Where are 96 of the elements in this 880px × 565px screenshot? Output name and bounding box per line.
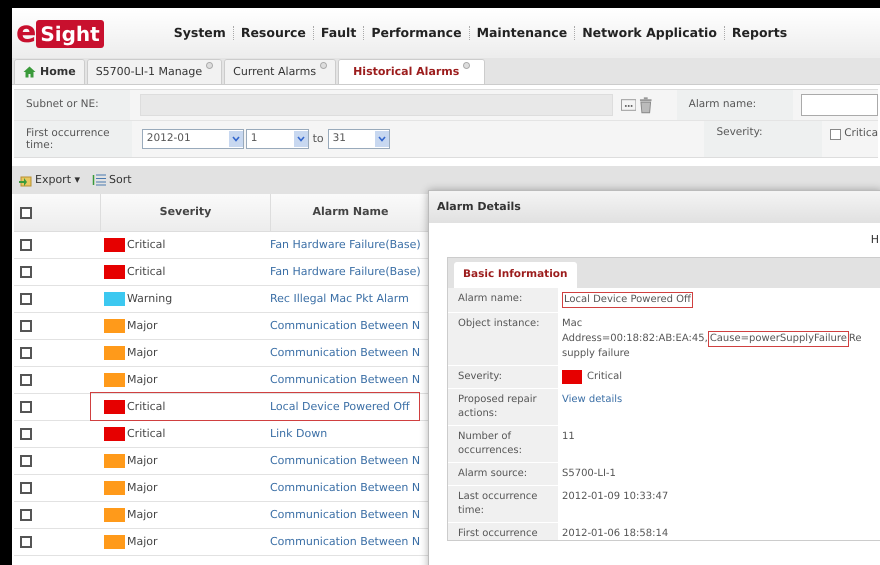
alarm-link[interactable]: Link Down <box>270 426 430 442</box>
alarm-name-field[interactable] <box>800 94 878 116</box>
nav-link[interactable]: Resource <box>240 24 306 42</box>
field-value: Address=00:18:82:AB:EA:45, <box>562 332 708 346</box>
tab[interactable]: S5700-LI-1 Manage <box>86 59 222 84</box>
field-label: Proposed repair actions: <box>458 394 537 419</box>
field-label: Object instance: <box>458 318 540 329</box>
alarm-link[interactable]: Communication Between N <box>270 452 430 470</box>
details-link[interactable]: View details <box>562 393 622 407</box>
nav-link[interactable]: System <box>174 24 226 42</box>
field-value: Mac <box>562 317 582 331</box>
logo: e Sight <box>16 18 104 48</box>
row-checkbox[interactable] <box>20 320 32 332</box>
checkbox-label: Critica <box>844 126 878 142</box>
table-cell-text: Critical <box>127 398 166 415</box>
export-button[interactable]: Export ▾ <box>18 172 80 188</box>
column-header[interactable]: Alarm Name <box>312 204 388 221</box>
corner-text: H <box>870 232 879 248</box>
table-cell-text: Warning <box>127 290 172 307</box>
table-cell-text: Major <box>127 534 158 550</box>
nav-link[interactable]: Reports <box>732 24 788 42</box>
field-label: Alarm name: <box>458 293 522 304</box>
alarm-link[interactable]: Fan Hardware Failure(Base) <box>270 236 430 254</box>
day-dropdown[interactable]: 1 <box>246 129 309 149</box>
tab[interactable]: Basic Information <box>454 262 576 288</box>
field-label: First occurrence <box>458 528 538 539</box>
alarm-link[interactable]: Communication Between N <box>270 344 430 362</box>
alarm-link[interactable]: Fan Hardware Failure(Base) <box>270 264 430 280</box>
field-label: Severity: <box>458 371 502 382</box>
row-checkbox[interactable] <box>20 347 32 359</box>
nav-link[interactable]: Performance <box>371 24 462 42</box>
field-label: Alarm source: <box>458 468 528 479</box>
checkbox[interactable] <box>830 128 842 140</box>
field-label: Alarm name: <box>688 97 756 112</box>
field-value: Local Device Powered Off <box>562 292 693 308</box>
row-checkbox[interactable] <box>20 374 32 386</box>
alarm-link[interactable]: Communication Between N <box>270 506 430 524</box>
table-cell-text: Critical <box>127 264 166 280</box>
month-dropdown[interactable]: 2012-01 <box>142 129 244 149</box>
table-cell-text: Critical <box>127 426 166 442</box>
alarm-link[interactable]: Communication Between N <box>270 480 430 496</box>
alarm-link[interactable]: Communication Between N <box>270 534 430 550</box>
sort-button[interactable]: Sort <box>92 172 132 188</box>
table-cell-text: Major <box>127 452 158 469</box>
nav-link[interactable]: Network Applicatio <box>582 24 717 42</box>
alarm-link[interactable]: Rec Illegal Mac Pkt Alarm <box>270 290 430 308</box>
more-icon[interactable] <box>620 98 636 112</box>
chevron-icon <box>294 131 308 147</box>
trash-icon[interactable] <box>639 96 653 114</box>
tab[interactable]: Current Alarms <box>224 59 336 84</box>
export-icon <box>18 174 32 186</box>
alarm-link[interactable]: Communication Between N <box>270 318 430 334</box>
dialog-title: Alarm Details <box>437 198 521 215</box>
field-value: 2012-01-09 10:33:47 <box>562 490 668 504</box>
alarm-link[interactable]: Local Device Powered Off <box>270 398 430 416</box>
field-value: Cause=powerSupplyFailure <box>708 331 849 347</box>
home-icon <box>23 66 36 78</box>
field-label: Severity: <box>716 125 763 140</box>
to-label: to <box>312 130 324 147</box>
row-checkbox[interactable] <box>20 293 32 305</box>
table-cell-text: Major <box>127 344 158 361</box>
field-value: 2012-01-06 18:58:14 <box>562 527 668 540</box>
alarm-link[interactable]: Communication Between N <box>270 372 430 388</box>
tab[interactable]: Historical Alarms <box>338 59 486 84</box>
subnet-field[interactable] <box>140 94 613 116</box>
row-checkbox[interactable] <box>20 266 32 278</box>
table-cell-text: Major <box>127 318 158 334</box>
nav-link[interactable]: Fault <box>320 24 356 42</box>
row-checkbox[interactable] <box>20 482 32 494</box>
field-label: Last occurrence time: <box>458 491 538 516</box>
field-value: S5700-LI-1 <box>562 467 616 481</box>
chevron-icon <box>375 131 390 147</box>
table-cell-text: Major <box>127 506 158 523</box>
list-icon <box>92 174 106 186</box>
chevron-icon <box>228 131 243 147</box>
row-checkbox[interactable] <box>20 428 32 440</box>
field-label: Number of occurrences: <box>458 431 522 456</box>
table-cell-text: Major <box>127 372 158 388</box>
select-all-checkbox[interactable] <box>20 206 32 218</box>
field-value: 11 <box>562 430 575 444</box>
row-checkbox[interactable] <box>20 239 32 251</box>
row-checkbox[interactable] <box>20 401 32 413</box>
field-value: Critical <box>587 370 622 384</box>
day-dropdown[interactable]: 31 <box>328 129 390 149</box>
nav-link[interactable]: Maintenance <box>476 24 568 42</box>
row-checkbox[interactable] <box>20 455 32 467</box>
tab[interactable]: Home <box>14 59 85 84</box>
field-value: supply failure <box>562 347 630 361</box>
table-cell-text: Critical <box>127 236 166 253</box>
row-checkbox[interactable] <box>20 509 32 521</box>
table-cell-text: Major <box>127 480 158 496</box>
field-label: First occurrence time: <box>26 127 111 151</box>
row-checkbox[interactable] <box>20 536 32 548</box>
column-header[interactable]: Severity <box>160 204 212 221</box>
field-value: Re <box>848 332 862 346</box>
field-label: Subnet or NE: <box>26 97 99 112</box>
